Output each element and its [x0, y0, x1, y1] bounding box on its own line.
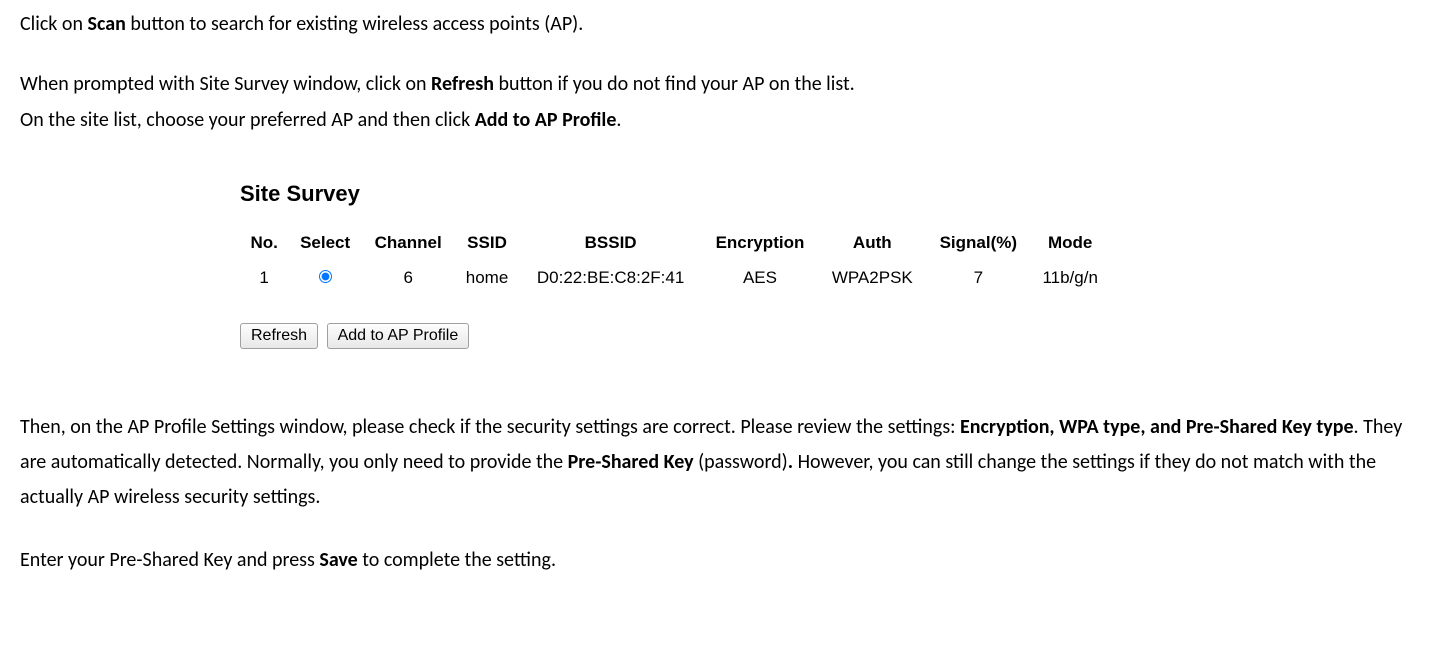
instruction-line-1: Click on Scan button to search for exist… [20, 8, 1432, 40]
text: to complete the setting. [358, 548, 556, 572]
header-bssid: BSSID [520, 225, 702, 260]
text: (password) [694, 450, 788, 474]
text: button to search for existing wireless a… [126, 12, 583, 36]
text: Enter your Pre-Shared Key and press [20, 548, 319, 572]
header-select: Select [288, 225, 362, 260]
table-row: 1 6 home D0:22:BE:C8:2F:41 AES WPA2PSK 7… [240, 260, 1110, 295]
cell-bssid: D0:22:BE:C8:2F:41 [520, 260, 702, 295]
instruction-line-4: Then, on the AP Profile Settings window,… [20, 410, 1432, 515]
text: When prompted with Site Survey window, c… [20, 72, 431, 96]
text: Click on [20, 12, 88, 36]
cell-signal: 7 [926, 260, 1030, 295]
site-survey-panel: Site Survey No. Select Channel SSID BSSI… [240, 176, 1110, 350]
header-mode: Mode [1030, 225, 1110, 260]
instruction-line-5: Enter your Pre-Shared Key and press Save… [20, 543, 1432, 578]
cell-ssid: home [454, 260, 519, 295]
add-to-ap-profile-bold: Add to AP Profile [475, 108, 617, 132]
cell-mode: 11b/g/n [1030, 260, 1110, 295]
save-bold: Save [319, 548, 357, 572]
text: . [616, 108, 621, 132]
header-encryption: Encryption [702, 225, 819, 260]
refresh-button[interactable]: Refresh [240, 323, 318, 349]
add-to-ap-profile-button[interactable]: Add to AP Profile [327, 323, 470, 349]
header-ssid: SSID [454, 225, 519, 260]
table-header-row: No. Select Channel SSID BSSID Encryption… [240, 225, 1110, 260]
text: button if you do not find your AP on the… [494, 72, 855, 96]
cell-auth: WPA2PSK [818, 260, 926, 295]
refresh-bold: Refresh [431, 72, 494, 96]
cell-encryption: AES [702, 260, 819, 295]
site-survey-title: Site Survey [240, 176, 1110, 211]
button-row: Refresh Add to AP Profile [240, 318, 1110, 350]
cell-channel: 6 [362, 260, 455, 295]
psk-bold: Pre-Shared Key [568, 450, 694, 474]
instruction-line-2: When prompted with Site Survey window, c… [20, 68, 1432, 100]
text: Then, on the AP Profile Settings window,… [20, 415, 960, 439]
text: On the site list, choose your preferred … [20, 108, 475, 132]
header-auth: Auth [818, 225, 926, 260]
scan-bold: Scan [88, 12, 126, 36]
select-radio[interactable] [319, 270, 332, 283]
cell-select [288, 260, 362, 295]
header-signal: Signal(%) [926, 225, 1030, 260]
site-survey-table: No. Select Channel SSID BSSID Encryption… [240, 225, 1110, 295]
header-no: No. [240, 225, 288, 260]
instruction-line-3: On the site list, choose your preferred … [20, 104, 1432, 136]
cell-no: 1 [240, 260, 288, 295]
settings-bold: Encryption, WPA type, and Pre-Shared Key… [960, 415, 1354, 439]
header-channel: Channel [362, 225, 455, 260]
